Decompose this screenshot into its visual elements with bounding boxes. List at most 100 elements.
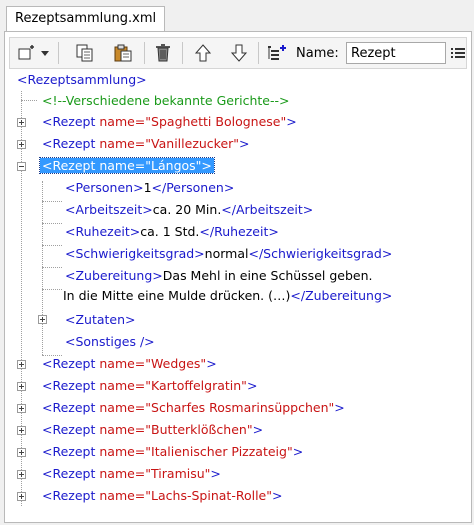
node-rezept[interactable]: <Rezept name="Lachs-Spinat-Rolle">	[42, 486, 282, 506]
node-rezept[interactable]: <Rezept name="Vanillezucker">	[42, 134, 250, 154]
node-rezept[interactable]: <Rezept name="Wedges">	[42, 354, 217, 374]
node-ruhezeit[interactable]: <Ruhezeit>ca. 1 Std.</Ruhezeit>	[65, 222, 279, 242]
tag-close: >	[334, 400, 345, 415]
node-rezept[interactable]: <Rezept name="Tiramisu">	[42, 464, 221, 484]
tag-open: <Rezept	[42, 136, 100, 151]
attr-value: "Vanillezucker"	[145, 136, 240, 151]
tag-open: <Rezept	[42, 444, 100, 459]
expand-toggle[interactable]	[38, 315, 47, 324]
name-input[interactable]	[346, 42, 446, 64]
tag-open: <Ruhezeit>	[65, 224, 141, 239]
expand-toggle[interactable]	[17, 360, 26, 369]
expand-toggle[interactable]	[17, 492, 26, 501]
attr-value: "Spaghetti Bolognese"	[145, 114, 287, 129]
toolbar-separator	[258, 42, 259, 64]
attr-name: name=	[99, 488, 146, 503]
node-rezept[interactable]: <Rezept name="Butterklößchen">	[42, 420, 263, 440]
node-rezept-selected[interactable]: <Rezept name="Lángos">	[39, 156, 215, 176]
attr-name: name=	[99, 378, 146, 393]
node-root[interactable]: <Rezeptsammlung>	[17, 70, 147, 90]
node-rezept[interactable]: <Rezept name="Kartoffelgratin">	[42, 376, 257, 396]
node-schwierigkeitsgrad[interactable]: <Schwierigkeitsgrad>normal</Schwierigkei…	[65, 244, 392, 264]
xml-tree: <Rezeptsammlung> <!--Verschiedene bekann…	[5, 72, 471, 522]
node-sonstiges[interactable]: <Sonstiges />	[65, 332, 155, 352]
list-button[interactable]	[450, 41, 466, 65]
element-text: ca. 20 Min.	[152, 202, 222, 217]
move-down-icon	[231, 44, 247, 62]
tag-close: </Arbeitszeit>	[221, 202, 314, 217]
attr-name: name=	[99, 356, 146, 371]
tag-open: <Arbeitszeit>	[65, 202, 153, 217]
collapse-toggle[interactable]	[17, 162, 26, 171]
add-child-icon	[268, 45, 286, 60]
element-text: 1	[143, 180, 152, 195]
node-rezept[interactable]: <Rezept name="Italienischer Pizzateig">	[42, 442, 303, 462]
tag-open: <Rezept	[42, 488, 100, 503]
move-up-button[interactable]	[190, 41, 216, 65]
attr-name: name=	[99, 400, 146, 415]
toolbar: Name:	[9, 37, 467, 69]
node-zubereitung-cont[interactable]: In die Mitte eine Mulde drücken. (…)</Zu…	[63, 286, 392, 306]
toolbar-separator	[144, 42, 145, 64]
expand-toggle[interactable]	[17, 404, 26, 413]
tag-close: >	[210, 466, 221, 481]
tab-bar: Rezeptsammlung.xml	[0, 0, 474, 32]
node-zubereitung[interactable]: <Zubereitung>Das Mehl in eine Schüssel g…	[65, 266, 372, 286]
tag-open: <Schwierigkeitsgrad>	[65, 246, 205, 261]
tag-close: >	[239, 136, 250, 151]
attr-name: name=	[99, 422, 146, 437]
tree-guide-line	[42, 181, 43, 355]
new-node-dropdown[interactable]	[38, 41, 52, 65]
node-personen[interactable]: <Personen>1</Personen>	[65, 178, 234, 198]
tag-close: >	[271, 488, 283, 503]
move-down-button[interactable]	[226, 41, 252, 65]
element-text: Das Mehl in eine Schüssel geben.	[162, 268, 373, 283]
expand-toggle[interactable]	[17, 140, 26, 149]
copy-icon	[76, 44, 93, 62]
list-icon	[451, 48, 465, 58]
attr-value: "Lachs-Spinat-Rolle"	[145, 488, 272, 503]
tree-connector	[42, 289, 62, 290]
delete-icon	[156, 44, 170, 62]
attr-value: "Butterklößchen"	[145, 422, 253, 437]
copy-button[interactable]	[72, 41, 98, 65]
tag-open: <Rezept	[42, 356, 100, 371]
tree-connector	[21, 100, 37, 101]
tag-close: >	[252, 422, 264, 437]
move-up-icon	[195, 44, 211, 62]
tree-connector	[42, 245, 62, 246]
expand-toggle[interactable]	[17, 382, 26, 391]
expand-toggle[interactable]	[17, 448, 26, 457]
expand-toggle[interactable]	[17, 470, 26, 479]
tag-close: >	[206, 356, 217, 371]
selected-node-label: <Rezept name="Lángos">	[39, 157, 215, 174]
tree-connector	[42, 267, 62, 268]
node-arbeitszeit[interactable]: <Arbeitszeit>ca. 20 Min.</Arbeitszeit>	[65, 200, 313, 220]
tag-close: </Ruhezeit>	[199, 224, 279, 239]
expand-toggle[interactable]	[17, 118, 26, 127]
toolbar-separator	[182, 42, 183, 64]
attr-name: name=	[99, 466, 146, 481]
tag-open: <Rezept	[42, 114, 100, 129]
attr-name: name=	[99, 114, 146, 129]
tag-open: <Rezept	[42, 466, 100, 481]
new-node-button[interactable]	[14, 41, 40, 65]
node-rezept[interactable]: <Rezept name="Spaghetti Bolognese">	[42, 112, 297, 132]
add-child-button[interactable]	[264, 41, 290, 65]
element-text: normal	[204, 246, 249, 261]
tag-open: <Personen>	[65, 180, 144, 195]
tab-rezeptsammlung[interactable]: Rezeptsammlung.xml	[6, 6, 166, 32]
paste-button[interactable]	[110, 41, 136, 65]
delete-button[interactable]	[150, 41, 176, 65]
paste-icon	[114, 44, 132, 62]
element-text: In die Mitte eine Mulde drücken. (…)	[63, 288, 291, 303]
new-node-icon	[18, 45, 34, 60]
tag-close: </Schwierigkeitsgrad>	[248, 246, 393, 261]
node-comment[interactable]: <!--Verschiedene bekannte Gerichte-->	[42, 91, 289, 111]
node-rezept[interactable]: <Rezept name="Scharfes Rosmarinsüppchen"…	[42, 398, 345, 418]
tag-open: <Rezept	[42, 378, 100, 393]
editor-frame: Name: <Rezeptsammlung> <!--	[4, 31, 472, 523]
node-zutaten[interactable]: <Zutaten>	[65, 310, 136, 330]
attr-value: "Tiramisu"	[145, 466, 211, 481]
expand-toggle[interactable]	[17, 426, 26, 435]
